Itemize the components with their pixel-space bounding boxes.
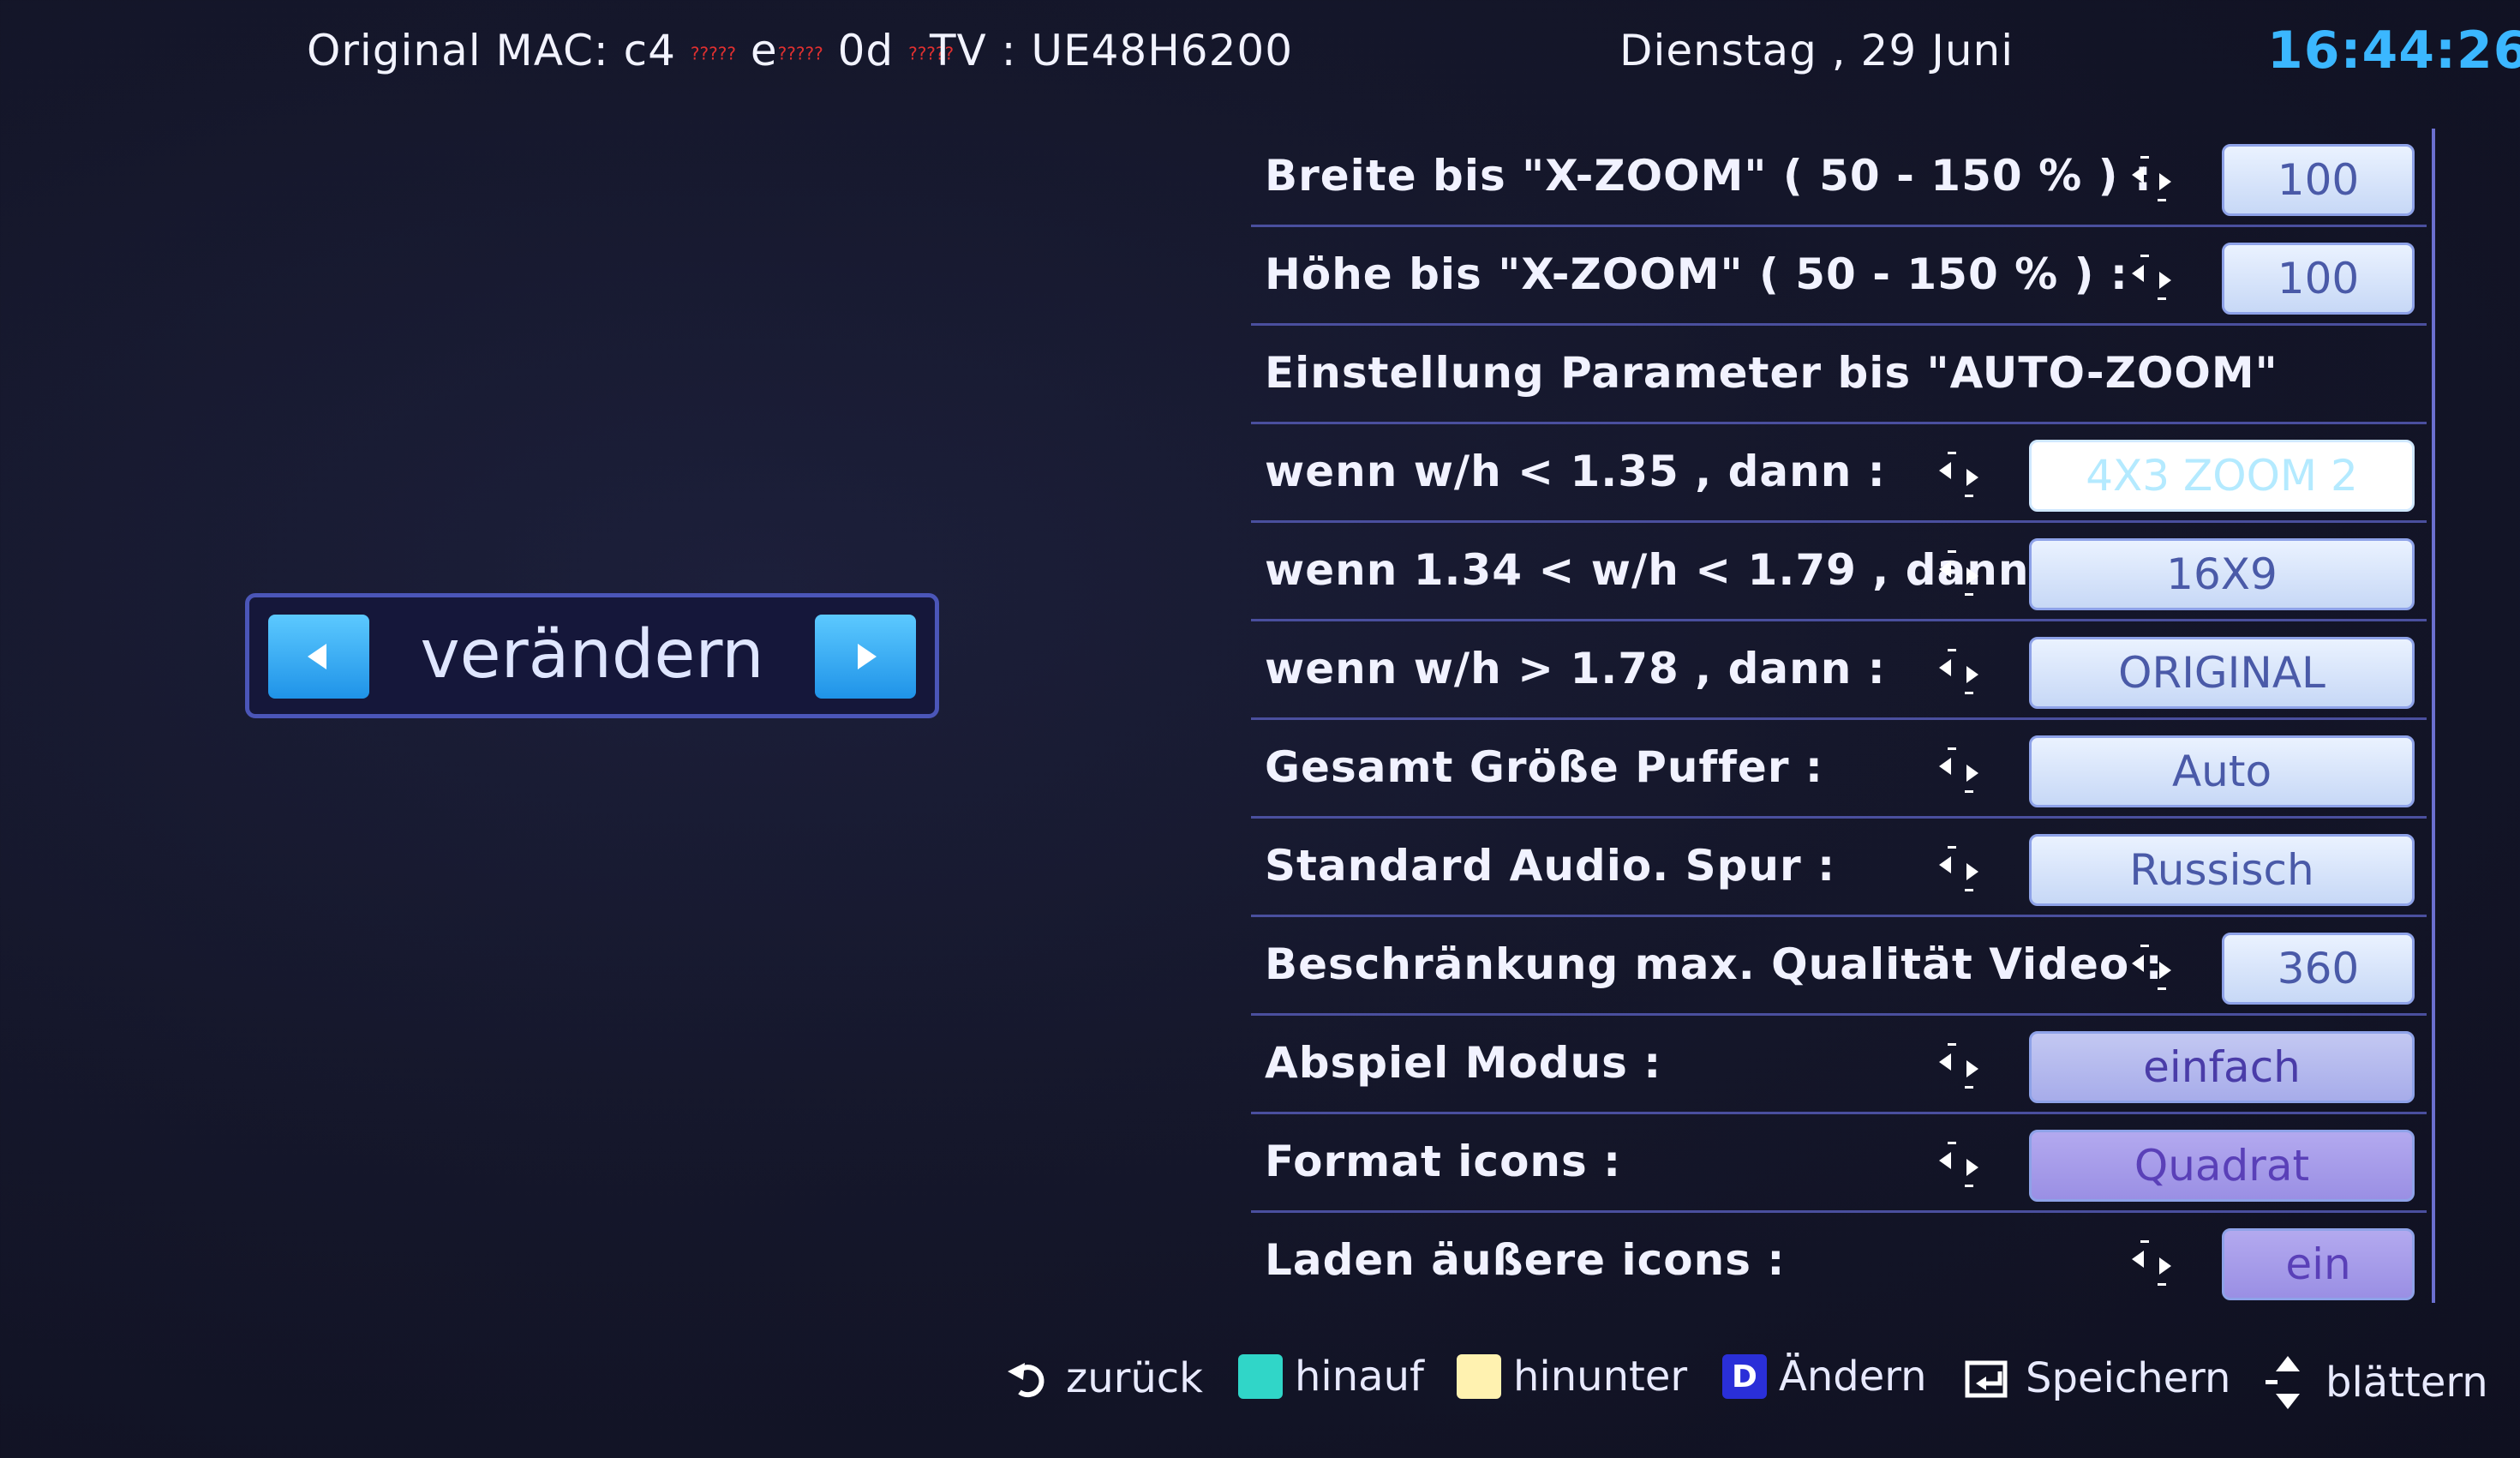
- settings-menu: Breite bis "X-ZOOM" ( 50 - 150 % ) : 100…: [1251, 129, 2435, 1303]
- menu-row-label: Höhe bis "X-ZOOM" ( 50 - 150 % ) :: [1265, 249, 2128, 299]
- legend-up-label: hinauf: [1295, 1353, 1424, 1401]
- menu-row-label: Breite bis "X-ZOOM" ( 50 - 150 % ) :: [1265, 151, 2152, 201]
- mac-part3: 0d: [837, 26, 895, 75]
- menu-row-value[interactable]: Quadrat: [2029, 1130, 2415, 1202]
- menu-row-max-quality[interactable]: Beschränkung max. Qualität Video : 360: [1251, 917, 2427, 1016]
- menu-row-external-icons[interactable]: Laden äußere icons : ein: [1251, 1213, 2427, 1311]
- menu-row-label: wenn w/h < 1.35 , dann :: [1265, 447, 1886, 496]
- mac-label: Original MAC: c4: [307, 26, 676, 75]
- mac-part2: e: [750, 26, 778, 75]
- menu-row-value[interactable]: 4X3 ZOOM 2: [2029, 440, 2415, 512]
- legend-down-label: hinunter: [1513, 1353, 1688, 1401]
- left-right-arrows-icon: [2132, 255, 2171, 300]
- left-right-arrows-icon: [1939, 649, 1978, 694]
- menu-row-label: Format icons :: [1265, 1137, 1622, 1186]
- mac-mask-2: ?????: [777, 43, 823, 64]
- status-header: Original MAC: c4 ????? e????? 0d ????? T…: [0, 21, 2520, 94]
- menu-row-label: Abspiel Modus :: [1265, 1038, 1662, 1088]
- legend-down[interactable]: hinunter: [1457, 1353, 1687, 1401]
- arrow-right-icon: [858, 644, 877, 669]
- menu-row-value[interactable]: einfach: [2029, 1031, 2415, 1103]
- legend-up[interactable]: hinauf: [1238, 1353, 1424, 1401]
- legend-back[interactable]: zurück: [1003, 1353, 1203, 1404]
- legend-scroll[interactable]: blättern: [2262, 1353, 2488, 1413]
- legend-change-label: Ändern: [1779, 1353, 1927, 1401]
- menu-row-audio-track[interactable]: Standard Audio. Spur : Russisch: [1251, 819, 2427, 917]
- left-right-arrows-icon: [1939, 550, 1978, 596]
- mac-mask-1: ?????: [690, 43, 736, 64]
- menu-row-value[interactable]: ORIGINAL: [2029, 637, 2415, 709]
- key-d-icon: D: [1722, 1354, 1767, 1399]
- legend-save[interactable]: Speichern: [1962, 1353, 2230, 1404]
- menu-row-label: wenn w/h > 1.78 , dann :: [1265, 644, 1886, 693]
- return-arrow-icon: [1008, 1363, 1045, 1398]
- menu-row-width-zoom[interactable]: Breite bis "X-ZOOM" ( 50 - 150 % ) : 100: [1251, 129, 2427, 227]
- mac-info: Original MAC: c4 ????? e????? 0d ?????: [307, 26, 954, 75]
- change-control[interactable]: verändern: [245, 593, 939, 718]
- left-right-arrows-icon: [2132, 156, 2171, 201]
- key-down-icon: [1457, 1354, 1501, 1399]
- menu-row-label: Laden äußere icons :: [1265, 1235, 1786, 1285]
- key-up-icon: [1238, 1354, 1283, 1399]
- left-right-arrows-icon: [1939, 846, 1978, 891]
- menu-row-ratio-mid[interactable]: wenn 1.34 < w/h < 1.79 , dann : 16X9: [1251, 523, 2427, 621]
- menu-row-value[interactable]: 100: [2222, 144, 2415, 216]
- menu-row-play-mode[interactable]: Abspiel Modus : einfach: [1251, 1016, 2427, 1114]
- left-right-arrows-icon: [1939, 1043, 1978, 1089]
- menu-row-buffer-size[interactable]: Gesamt Größe Puffer : Auto: [1251, 720, 2427, 819]
- page-up-down-icon: [2266, 1356, 2300, 1409]
- menu-row-icon-format[interactable]: Format icons : Quadrat: [1251, 1114, 2427, 1213]
- menu-row-ratio-high[interactable]: wenn w/h > 1.78 , dann : ORIGINAL: [1251, 621, 2427, 720]
- menu-row-label: Beschränkung max. Qualität Video :: [1265, 939, 2164, 989]
- legend-scroll-label: blättern: [2325, 1359, 2488, 1407]
- date-display: Dienstag , 29 Juni: [1619, 26, 2014, 75]
- menu-row-ratio-low[interactable]: wenn w/h < 1.35 , dann : 4X3 ZOOM 2: [1251, 424, 2427, 523]
- menu-row-value[interactable]: 360: [2222, 933, 2415, 1005]
- clock-display: 16:44:26: [2267, 21, 2520, 81]
- menu-row-value[interactable]: Russisch: [2029, 834, 2415, 906]
- left-right-arrows-icon: [1939, 1142, 1978, 1187]
- menu-row-value[interactable]: Auto: [2029, 735, 2415, 807]
- menu-section-auto-zoom: Einstellung Parameter bis "AUTO-ZOOM": [1251, 326, 2427, 424]
- next-option-button[interactable]: [815, 615, 916, 699]
- left-right-arrows-icon: [2132, 945, 2171, 990]
- menu-row-height-zoom[interactable]: Höhe bis "X-ZOOM" ( 50 - 150 % ) : 100: [1251, 227, 2427, 326]
- key-legend: zurück hinauf hinunter D Ändern Speicher…: [1003, 1353, 2502, 1421]
- menu-row-value[interactable]: 16X9: [2029, 538, 2415, 610]
- legend-change[interactable]: D Ändern: [1722, 1353, 1927, 1401]
- menu-row-label: Gesamt Größe Puffer :: [1265, 742, 1823, 792]
- enter-icon: [1965, 1360, 2008, 1398]
- menu-row-value[interactable]: 100: [2222, 243, 2415, 315]
- section-heading: Einstellung Parameter bis "AUTO-ZOOM": [1265, 348, 2278, 398]
- menu-row-value[interactable]: ein: [2222, 1228, 2415, 1300]
- left-right-arrows-icon: [2132, 1240, 2171, 1286]
- left-right-arrows-icon: [1939, 452, 1978, 497]
- menu-row-label: Standard Audio. Spur :: [1265, 841, 1836, 891]
- legend-back-label: zurück: [1066, 1354, 1203, 1402]
- legend-save-label: Speichern: [2026, 1354, 2231, 1402]
- tv-model: TV : UE48H6200: [930, 26, 1294, 75]
- left-right-arrows-icon: [1939, 747, 1978, 793]
